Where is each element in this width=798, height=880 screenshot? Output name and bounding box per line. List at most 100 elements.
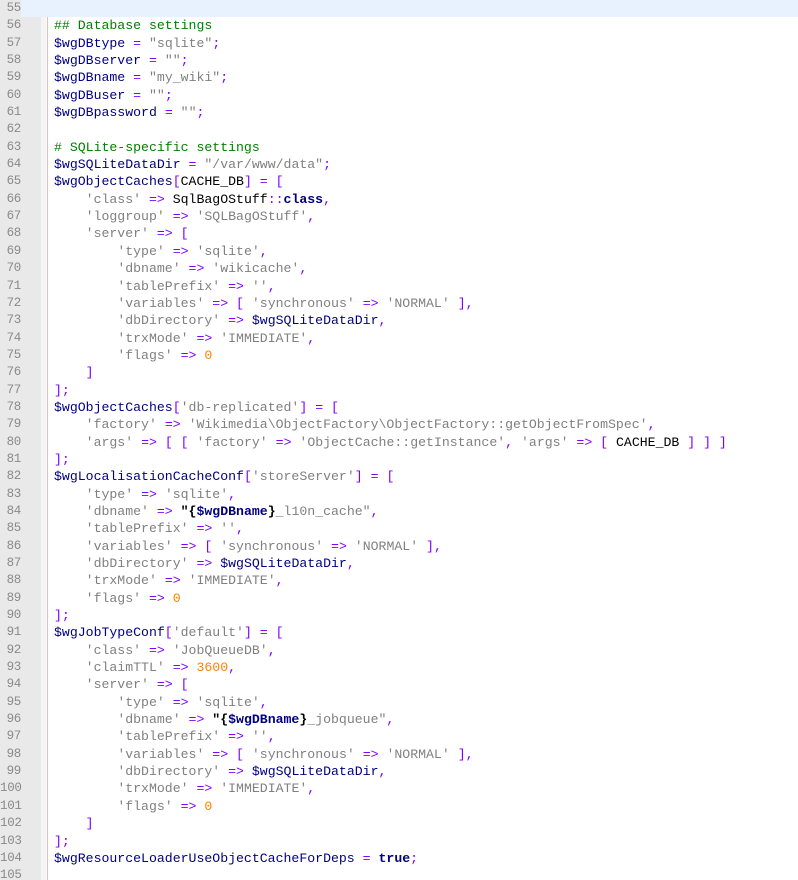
code-line[interactable]: 74 'trxMode' => 'IMMEDIATE', [0,330,798,347]
code-line[interactable]: 55 [0,0,798,18]
code-text[interactable]: 'flags' => 0 [54,590,181,607]
code-text[interactable]: 'tablePrefix' => '', [54,520,244,537]
code-text[interactable]: 'type' => 'sqlite', [54,486,236,503]
code-line[interactable]: 83 'type' => 'sqlite', [0,486,798,503]
code-text[interactable]: 'dbDirectory' => $wgSQLiteDataDir, [54,312,386,329]
code-line[interactable]: 67 'loggroup' => 'SQLBagOStuff', [0,208,798,225]
code-text[interactable]: $wgDBpassword = ""; [54,104,204,121]
code-editor[interactable]: 55 56 ## Database settings 57 $wgDBtype = "s… [0,0,798,880]
code-text[interactable]: 'flags' => 0 [54,798,212,815]
code-line[interactable]: 58 $wgDBserver = ""; [0,52,798,69]
code-text[interactable]: 'claimTTL' => 3600, [54,659,236,676]
code-text[interactable]: 'dbname' => "{$wgDBname}_jobqueue", [54,711,394,728]
code-text[interactable]: 'tablePrefix' => '', [54,278,275,295]
code-line[interactable]: 68 'server' => [ [0,225,798,242]
code-line[interactable]: 64 $wgSQLiteDataDir = "/var/www/data"; [0,156,798,173]
code-line[interactable]: 88 'trxMode' => 'IMMEDIATE', [0,572,798,589]
code-text[interactable]: ] [54,364,94,381]
code-text[interactable]: 'dbname' => 'wikicache', [54,260,307,277]
code-line[interactable]: 69 'type' => 'sqlite', [0,243,798,260]
code-text[interactable]: $wgSQLiteDataDir = "/var/www/data"; [54,156,331,173]
code-line[interactable]: 80 'args' => [ [ 'factory' => 'ObjectCac… [0,434,798,451]
code-text[interactable]: 'trxMode' => 'IMMEDIATE', [54,572,284,589]
code-text[interactable]: ## Database settings [54,17,212,34]
code-lines[interactable]: 55 56 ## Database settings 57 $wgDBtype = "s… [0,0,798,880]
code-line[interactable]: 90]; [0,607,798,624]
code-text[interactable]: 'dbDirectory' => $wgSQLiteDataDir, [54,555,355,572]
code-text[interactable]: 'loggroup' => 'SQLBagOStuff', [54,208,316,225]
code-line[interactable]: 102 ] [0,815,798,832]
code-line[interactable]: 84 'dbname' => "{$wgDBname}_l10n_cache", [0,503,798,520]
code-line[interactable]: 91 $wgJobTypeConf['default'] = [ [0,624,798,641]
code-line[interactable]: 57 $wgDBtype = "sqlite"; [0,35,798,52]
code-text[interactable]: 'trxMode' => 'IMMEDIATE', [54,780,315,797]
code-line[interactable]: 71 'tablePrefix' => '', [0,278,798,295]
code-text[interactable]: ]; [54,607,70,624]
code-text[interactable]: 'tablePrefix' => '', [54,728,275,745]
code-text[interactable]: $wgDBtype = "sqlite"; [54,35,220,52]
code-line[interactable]: 99 'dbDirectory' => $wgSQLiteDataDir, [0,763,798,780]
code-line[interactable]: 87 'dbDirectory' => $wgSQLiteDataDir, [0,555,798,572]
code-line[interactable]: 81]; [0,451,798,468]
code-text[interactable]: 'dbDirectory' => $wgSQLiteDataDir, [54,763,386,780]
code-line[interactable]: 70 'dbname' => 'wikicache', [0,260,798,277]
code-line[interactable]: 59 $wgDBname = "my_wiki"; [0,69,798,86]
code-line[interactable]: 78 $wgObjectCaches['db-replicated'] = [ [0,399,798,416]
code-line[interactable]: 73 'dbDirectory' => $wgSQLiteDataDir, [0,312,798,329]
code-line[interactable]: 72 'variables' => [ 'synchronous' => 'NO… [0,295,798,312]
code-text[interactable]: 'class' => 'JobQueueDB', [54,642,276,659]
code-text[interactable]: # SQLite-specific settings [54,139,260,156]
code-text[interactable]: $wgDBname = "my_wiki"; [54,69,228,86]
code-line[interactable]: 77]; [0,382,798,399]
code-text[interactable]: $wgDBserver = ""; [54,52,189,69]
code-text[interactable]: ]; [54,451,70,468]
code-line[interactable]: 97 'tablePrefix' => '', [0,728,798,745]
code-line[interactable]: 93 'claimTTL' => 3600, [0,659,798,676]
code-line[interactable]: 85 'tablePrefix' => '', [0,520,798,537]
code-line[interactable]: 63 # SQLite-specific settings [0,139,798,156]
code-line[interactable]: 96 'dbname' => "{$wgDBname}_jobqueue", [0,711,798,728]
code-text[interactable]: 'args' => [ [ 'factory' => 'ObjectCache:… [54,434,727,451]
code-line[interactable]: 89 'flags' => 0 [0,590,798,607]
code-text[interactable]: 'variables' => [ 'synchronous' => 'NORMA… [54,295,473,312]
code-line[interactable]: 76 ] [0,364,798,381]
code-line[interactable]: 62 [0,121,798,138]
code-text[interactable]: 'factory' => 'Wikimedia\ObjectFactory\Ob… [54,416,656,433]
code-line[interactable]: 60 $wgDBuser = ""; [0,87,798,104]
code-line[interactable]: 95 'type' => 'sqlite', [0,694,798,711]
code-text[interactable]: 'trxMode' => 'IMMEDIATE', [54,330,315,347]
code-line[interactable]: 86 'variables' => [ 'synchronous' => 'NO… [0,538,798,555]
code-text[interactable]: 'server' => [ [54,676,189,693]
code-line[interactable]: 65 $wgObjectCaches[CACHE_DB] = [ [0,173,798,190]
code-line[interactable]: 105 [0,867,798,880]
code-line[interactable]: 75 'flags' => 0 [0,347,798,364]
code-text[interactable]: ]; [54,833,70,850]
code-text[interactable]: $wgResourceLoaderUseObjectCacheForDeps =… [54,850,418,867]
code-text[interactable]: 'variables' => [ 'synchronous' => 'NORMA… [54,746,473,763]
code-line[interactable]: 100 'trxMode' => 'IMMEDIATE', [0,780,798,797]
code-text[interactable]: $wgObjectCaches[CACHE_DB] = [ [54,173,284,190]
code-text[interactable]: 'dbname' => "{$wgDBname}_l10n_cache", [54,503,379,520]
code-line[interactable]: 92 'class' => 'JobQueueDB', [0,642,798,659]
code-text[interactable]: 'class' => SqlBagOStuff::class, [54,191,331,208]
code-line[interactable]: 79 'factory' => 'Wikimedia\ObjectFactory… [0,416,798,433]
code-line[interactable]: 56 ## Database settings [0,17,798,34]
code-text[interactable]: $wgLocalisationCacheConf['storeServer'] … [54,468,394,485]
code-line[interactable]: 66 'class' => SqlBagOStuff::class, [0,191,798,208]
code-text[interactable]: ] [54,815,94,832]
code-line[interactable]: 61 $wgDBpassword = ""; [0,104,798,121]
code-line[interactable]: 94 'server' => [ [0,676,798,693]
code-line[interactable]: 104 $wgResourceLoaderUseObjectCacheForDep… [0,850,798,867]
code-text[interactable]: 'variables' => [ 'synchronous' => 'NORMA… [54,538,442,555]
code-line[interactable]: 103]; [0,833,798,850]
code-text[interactable]: 'server' => [ [54,225,189,242]
code-text[interactable]: 'flags' => 0 [54,347,212,364]
code-text[interactable]: $wgJobTypeConf['default'] = [ [54,624,284,641]
code-line[interactable]: 98 'variables' => [ 'synchronous' => 'NO… [0,746,798,763]
code-line[interactable]: 82 $wgLocalisationCacheConf['storeServer'… [0,468,798,485]
code-text[interactable]: $wgObjectCaches['db-replicated'] = [ [54,399,339,416]
code-line[interactable]: 101 'flags' => 0 [0,798,798,815]
code-text[interactable]: $wgDBuser = ""; [54,87,173,104]
code-text[interactable]: 'type' => 'sqlite', [54,243,267,260]
code-text[interactable]: ]; [54,382,70,399]
